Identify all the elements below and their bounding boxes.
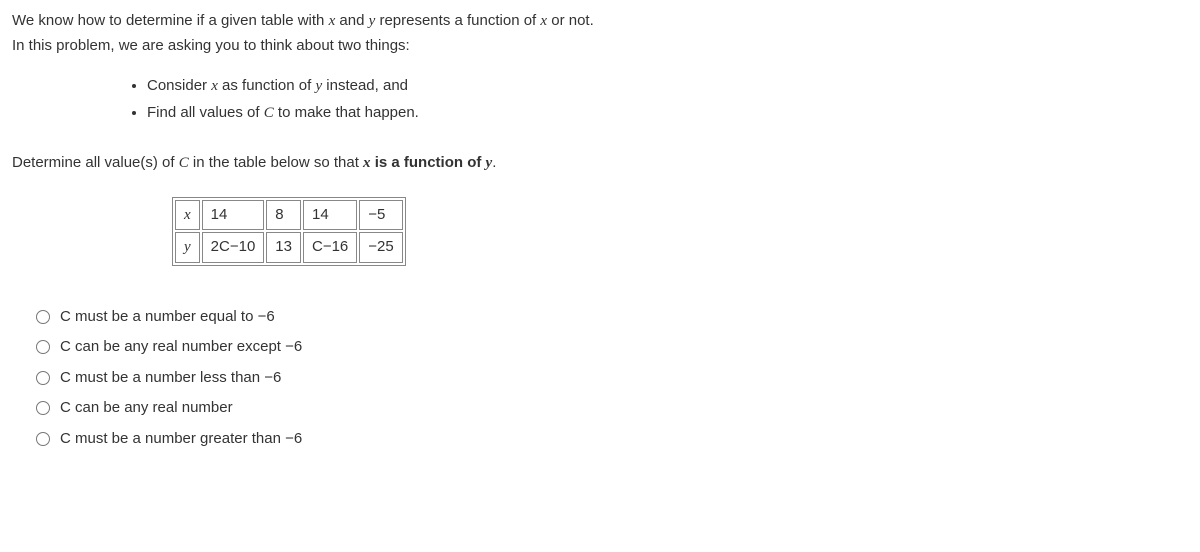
radio-icon[interactable] [36,340,50,354]
text: in the table below so that [189,154,363,171]
var-x: x [211,78,218,94]
bullet-1: Consider x as function of y instead, and [147,75,1188,98]
option-2[interactable]: C can be any real number except −6 [36,336,1188,359]
option-label: C can be any real number [60,397,233,420]
option-5[interactable]: C must be a number greater than −6 [36,428,1188,451]
cell: 13 [266,232,301,263]
intro-line-1: We know how to determine if a given tabl… [12,10,1188,33]
text: . [492,154,496,171]
text: or not. [547,12,594,29]
text: represents a function of [375,12,540,29]
cell: C−16 [303,232,357,263]
table-row: x 14 8 14 −5 [175,200,403,231]
radio-icon[interactable] [36,371,50,385]
text: and [335,12,368,29]
row-header-y: y [175,232,200,263]
radio-icon[interactable] [36,401,50,415]
option-label: C can be any real number except −6 [60,336,302,359]
text: to make that happen. [274,104,419,121]
option-4[interactable]: C can be any real number [36,397,1188,420]
option-3[interactable]: C must be a number less than −6 [36,367,1188,390]
text: We know how to determine if a given tabl… [12,12,329,29]
row-header-x: x [175,200,200,231]
cell: 14 [202,200,265,231]
var-x: x [363,155,371,171]
text: Determine all value(s) of [12,154,179,171]
data-table: x 14 8 14 −5 y 2C−10 13 C−16 −25 [172,197,406,266]
option-1[interactable]: C must be a number equal to −6 [36,306,1188,329]
text: Find all values of [147,104,264,121]
radio-icon[interactable] [36,310,50,324]
bold-phrase: x is a function of y [363,154,492,171]
radio-icon[interactable] [36,432,50,446]
option-label: C must be a number less than −6 [60,367,281,390]
data-table-container: x 14 8 14 −5 y 2C−10 13 C−16 −25 [172,197,1188,266]
var-c: C [179,155,189,171]
answer-options: C must be a number equal to −6 C can be … [36,306,1188,451]
bullet-list: Consider x as function of y instead, and… [12,75,1188,124]
option-label: C must be a number greater than −6 [60,428,302,451]
text: Consider [147,77,211,94]
cell: 8 [266,200,301,231]
cell: 2C−10 [202,232,265,263]
option-label: C must be a number equal to −6 [60,306,275,329]
bullet-2: Find all values of C to make that happen… [147,102,1188,125]
cell: −25 [359,232,402,263]
text: is a function of [371,154,486,171]
text: instead, and [322,77,408,94]
intro-line-2: In this problem, we are asking you to th… [12,35,1188,58]
var-c: C [264,105,274,121]
cell: −5 [359,200,402,231]
text: as function of [218,77,316,94]
intro-text: We know how to determine if a given tabl… [12,10,1188,57]
cell: 14 [303,200,357,231]
table-row: y 2C−10 13 C−16 −25 [175,232,403,263]
question-prompt: Determine all value(s) of C in the table… [12,152,1188,175]
